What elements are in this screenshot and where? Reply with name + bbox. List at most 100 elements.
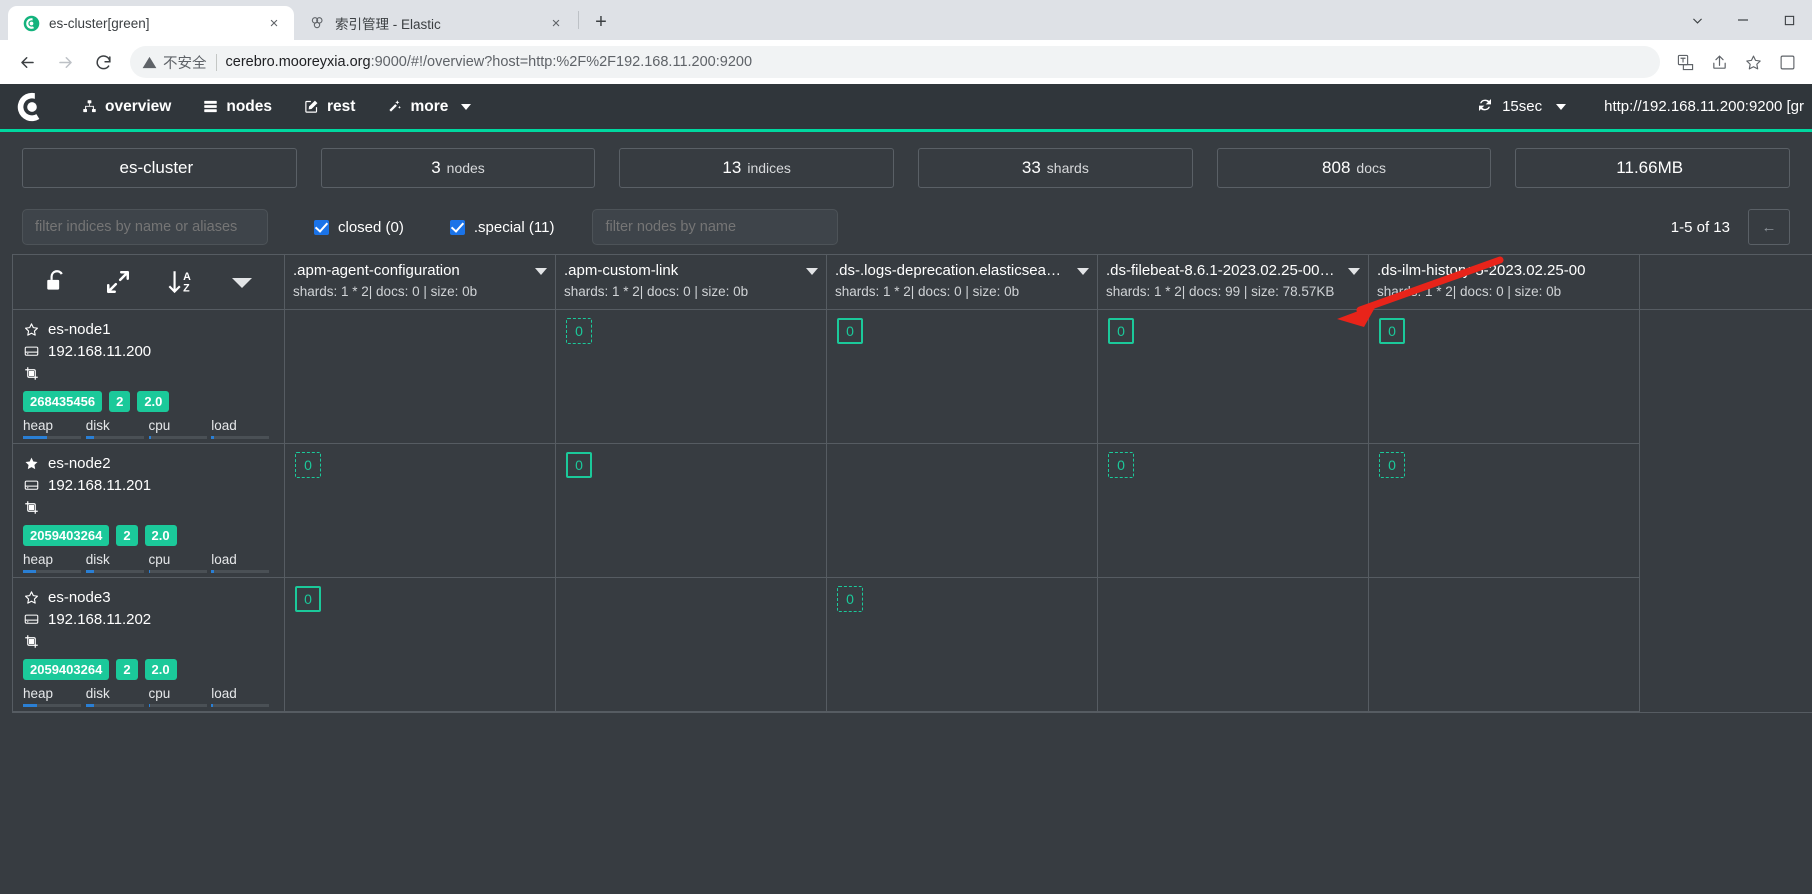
metric-bar	[85, 436, 144, 439]
nav-label: rest	[327, 97, 356, 115]
shard-cell[interactable]	[556, 578, 827, 712]
metric-label: cpu	[148, 418, 171, 433]
unlock-icon[interactable]	[44, 269, 70, 295]
tab-title: 索引管理 - Elastic	[335, 17, 441, 32]
refresh-interval-label: 15sec	[1502, 98, 1543, 115]
shard-cell[interactable]: 0	[285, 444, 556, 578]
shard-primary[interactable]: 0	[1379, 318, 1405, 344]
shard-primary[interactable]: 0	[566, 452, 592, 478]
shard-cell[interactable]	[827, 444, 1098, 578]
shard-replica[interactable]: 0	[566, 318, 592, 344]
star-filled-icon[interactable]	[23, 456, 39, 471]
browser-tab-active[interactable]: es-cluster[green] ×	[8, 6, 294, 40]
star-outline-icon[interactable]	[23, 590, 39, 605]
cerebro-logo[interactable]	[12, 87, 52, 127]
index-header-apm-custom-link[interactable]: .apm-custom-link shards: 1 * 2| docs: 0 …	[556, 255, 827, 309]
shard-cell[interactable]: 0	[285, 578, 556, 712]
sort-az-icon[interactable]: AZ	[166, 268, 196, 296]
grid-body: es-node1 192.168.11.200 268435456 2 2.0 heap d…	[13, 310, 1812, 712]
profile-icon[interactable]	[1772, 47, 1802, 77]
shard-replica[interactable]: 0	[837, 586, 863, 612]
special-checkbox[interactable]	[449, 219, 465, 235]
shard-cell[interactable]: 0	[1369, 310, 1640, 444]
stat-value: 808	[1322, 158, 1351, 177]
closed-checkbox[interactable]	[314, 219, 329, 235]
maximize-button[interactable]	[1766, 0, 1812, 40]
url-path: :9000/#!/overview?host=http:%2F%2F192.16…	[370, 54, 753, 70]
sitemap-icon	[82, 99, 97, 114]
omnibox-toolbar: 不安全 cerebro.mooreyxia.org:9000/#!/overvi…	[0, 40, 1812, 84]
shard-cell[interactable]: 0	[556, 310, 827, 444]
shard-cell[interactable]: 0	[1369, 444, 1640, 578]
shard-replica[interactable]: 0	[1379, 452, 1405, 478]
caret-down-icon[interactable]	[1348, 268, 1360, 275]
index-meta: shards: 1 * 2| docs: 0 | size: 0b	[564, 284, 749, 299]
metric-label: heap	[23, 552, 54, 567]
share-icon[interactable]	[1704, 47, 1734, 77]
index-header-ilm-history[interactable]: .ds-ilm-history-5-2023.02.25-00 shards: …	[1369, 255, 1640, 309]
index-header-filebeat[interactable]: .ds-filebeat-8.6.1-2023.02.25-000001 sha…	[1098, 255, 1369, 309]
previous-page-button[interactable]: ←	[1748, 209, 1790, 245]
nav-item-rest[interactable]: rest	[288, 83, 371, 131]
node-badges: 268435456 2 2.0	[23, 391, 274, 412]
star-icon[interactable]	[1738, 47, 1768, 77]
chevron-down-icon	[1556, 103, 1567, 110]
translate-icon[interactable]	[1670, 47, 1700, 77]
star-outline-icon[interactable]	[23, 322, 39, 337]
shard-primary[interactable]: 0	[837, 318, 863, 344]
nav-item-nodes[interactable]: nodes	[187, 83, 288, 131]
refresh-interval-button[interactable]: 15sec	[1459, 97, 1584, 117]
minimize-button[interactable]	[1720, 0, 1766, 40]
shard-primary[interactable]: 0	[1108, 318, 1134, 344]
shard-replica[interactable]: 0	[1108, 452, 1134, 478]
index-header-apm-agent-configuration[interactable]: .apm-agent-configuration shards: 1 * 2| …	[285, 255, 556, 309]
shard-cell[interactable]: 0	[827, 310, 1098, 444]
shard-cell[interactable]	[1369, 578, 1640, 712]
nav-item-more[interactable]: more	[371, 83, 487, 131]
special-checkbox-label: .special (11)	[473, 218, 555, 236]
not-secure-warning-icon	[142, 55, 157, 70]
new-tab-button[interactable]: +	[587, 8, 615, 36]
caret-down-icon[interactable]	[1077, 268, 1089, 275]
shard-cell[interactable]: 0	[827, 578, 1098, 712]
forward-button[interactable]	[48, 45, 82, 79]
address-bar[interactable]: 不安全 cerebro.mooreyxia.org:9000/#!/overvi…	[130, 46, 1660, 78]
shard-replica[interactable]: 0	[295, 452, 321, 478]
metric-label: heap	[23, 686, 54, 701]
caret-down-icon[interactable]	[535, 268, 547, 275]
shard-cell[interactable]: 0	[1098, 310, 1369, 444]
expand-arrows-icon[interactable]	[105, 269, 131, 295]
chrome-menu-chevron-icon[interactable]	[1674, 0, 1720, 40]
nav-label: overview	[105, 97, 172, 115]
node-badges: 2059403264 2 2.0	[23, 659, 274, 680]
metric-label: cpu	[148, 552, 171, 567]
indices-filter-input[interactable]	[22, 209, 268, 245]
close-icon[interactable]: ×	[264, 13, 284, 33]
closed-checkbox-wrap[interactable]: closed (0)	[314, 219, 404, 236]
node-badge: 2	[116, 659, 138, 680]
stat-card-docs: 808 docs	[1216, 148, 1492, 188]
metric-cpu: cpu	[148, 686, 212, 707]
shard-cell[interactable]: 0	[556, 444, 827, 578]
metric-label: disk	[85, 418, 110, 433]
reload-button[interactable]	[86, 45, 120, 79]
browser-tab-inactive[interactable]: 索引管理 - Elastic ×	[294, 6, 576, 40]
node-ip: 192.168.11.200	[48, 342, 152, 360]
shard-cell[interactable]	[285, 310, 556, 444]
special-checkbox-wrap[interactable]: .special (11)	[449, 218, 555, 236]
shard-primary[interactable]: 0	[295, 586, 321, 612]
nodes-filter-input[interactable]	[592, 209, 839, 245]
closed-checkbox-label: closed (0)	[338, 218, 404, 236]
index-header-logs-deprecation[interactable]: .ds-.logs-deprecation.elasticsearch-d...…	[827, 255, 1098, 309]
metric-bar	[211, 704, 270, 707]
node-role-line	[23, 362, 274, 384]
close-icon[interactable]: ×	[546, 13, 566, 33]
nav-item-overview[interactable]: overview	[66, 83, 187, 131]
caret-down-icon[interactable]	[231, 275, 253, 289]
node-metrics: heap disk cpu load	[23, 686, 274, 707]
shard-cell[interactable]: 0	[1098, 444, 1369, 578]
shard-cell[interactable]	[1098, 578, 1369, 712]
app-navbar: overview nodes rest more 15sec http://19…	[0, 84, 1812, 132]
caret-down-icon[interactable]	[806, 268, 818, 275]
back-button[interactable]	[10, 45, 44, 79]
